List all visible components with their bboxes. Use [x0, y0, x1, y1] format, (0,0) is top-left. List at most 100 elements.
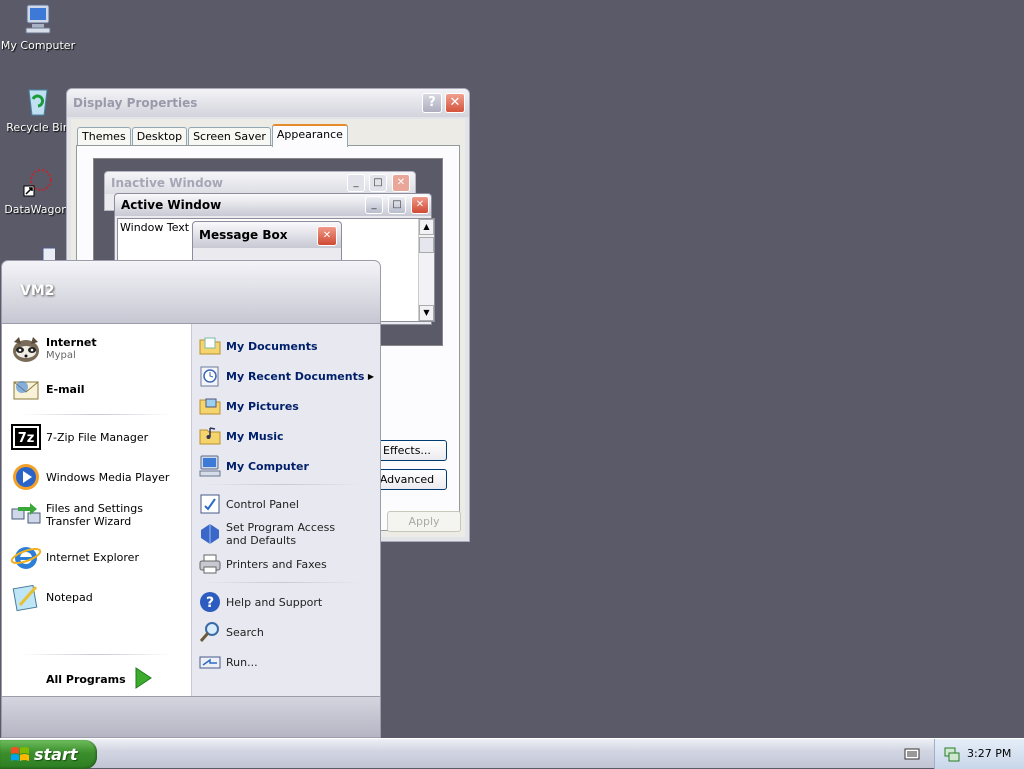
close-icon: ✕	[392, 174, 410, 192]
place-item-program-access[interactable]: Set Program Access and Defaults	[198, 518, 356, 550]
arrow-right-icon	[134, 666, 152, 692]
window-title: Display Properties	[73, 96, 198, 110]
keyboard-icon[interactable]	[904, 747, 920, 764]
recycle-bin-icon	[21, 84, 55, 118]
program-item-transfer-wizard[interactable]: Files and Settings Transfer Wizard	[10, 498, 186, 532]
tab-screen-saver[interactable]: Screen Saver	[188, 127, 271, 147]
program-item-7zip[interactable]: 7z 7-Zip File Manager	[10, 422, 148, 452]
submenu-arrow-icon: ▶	[367, 371, 374, 381]
apply-button[interactable]: Apply	[387, 511, 461, 532]
network-icon[interactable]	[943, 745, 961, 766]
chevron-up-icon: ▲	[419, 219, 434, 235]
media-player-icon	[10, 461, 42, 493]
start-menu-header: VM2	[1, 260, 381, 324]
clock[interactable]: 3:27 PM	[967, 747, 1011, 760]
program-item-label: Windows Media Player	[46, 470, 170, 484]
pinned-item-label: E-mail	[46, 382, 85, 396]
all-programs-label: All Programs	[46, 672, 126, 686]
place-item-search[interactable]: Search	[198, 620, 264, 644]
7zip-icon: 7z	[10, 421, 42, 453]
separator	[202, 582, 362, 583]
desktop-icon-label: Recycle Bin	[6, 121, 70, 134]
taskbar: start 3:27 PM	[0, 738, 1024, 769]
preview-inactive-title: Inactive Window	[111, 176, 224, 190]
desktop-icon-recycle-bin[interactable]: Recycle Bin	[0, 84, 76, 134]
start-label: start	[34, 745, 78, 764]
place-item-label: My Pictures	[226, 399, 299, 413]
place-item-label: My Music	[226, 429, 284, 443]
place-item-label: My Computer	[226, 459, 309, 473]
help-icon: ?	[198, 590, 222, 614]
place-item-label: My Documents	[226, 339, 318, 353]
place-item-my-computer[interactable]: My Computer	[198, 454, 309, 478]
start-button[interactable]: start	[0, 740, 97, 769]
preview-message-box-title: Message Box	[199, 228, 288, 242]
desktop-icon-my-computer[interactable]: My Computer	[0, 2, 76, 52]
place-item-label: My Recent Documents	[226, 369, 365, 383]
program-item-media-player[interactable]: Windows Media Player	[10, 462, 169, 492]
start-menu-places: My Documents My Recent Documents ▶ My Pi…	[191, 324, 381, 696]
place-item-my-pictures[interactable]: My Pictures	[198, 394, 299, 418]
svg-text:?: ?	[206, 595, 214, 611]
program-item-label: Internet Explorer	[46, 550, 139, 564]
user-name: VM2	[20, 283, 55, 299]
run-icon	[198, 650, 222, 674]
program-item-label: 7-Zip File Manager	[46, 430, 149, 444]
all-programs-button[interactable]: All Programs	[46, 664, 152, 694]
start-menu-footer	[1, 696, 381, 738]
pinned-item-label: Internet	[46, 336, 97, 349]
place-item-recent-documents[interactable]: My Recent Documents ▶	[198, 364, 374, 388]
tab-desktop[interactable]: Desktop	[131, 127, 188, 147]
transfer-wizard-icon	[10, 499, 42, 531]
email-icon	[10, 373, 42, 405]
tab-appearance[interactable]: Appearance	[271, 124, 348, 147]
place-item-control-panel[interactable]: Control Panel	[198, 492, 299, 516]
desktop-icon-label: My Computer	[0, 39, 76, 52]
scroll-thumb	[419, 237, 434, 253]
printer-icon	[198, 552, 222, 576]
place-item-label: Search	[226, 625, 264, 639]
internet-explorer-icon	[10, 541, 42, 573]
desktop-icon-datawagon[interactable]: DataWagon.	[0, 166, 76, 216]
mypal-browser-icon	[10, 333, 42, 365]
maximize-icon: □	[369, 174, 387, 192]
program-item-notepad[interactable]: Notepad	[10, 582, 93, 612]
close-icon: ✕	[411, 196, 429, 214]
chevron-down-icon: ▼	[419, 305, 434, 321]
place-item-label: Control Panel	[226, 497, 299, 511]
pinned-item-internet[interactable]: Internet Mypal	[10, 334, 97, 364]
tab-themes[interactable]: Themes	[77, 127, 131, 147]
system-tray: 3:27 PM	[934, 739, 1024, 769]
folder-documents-icon	[198, 334, 222, 358]
close-button[interactable]: ✕	[445, 93, 465, 113]
place-item-label: Printers and Faxes	[226, 557, 327, 571]
desktop-icon-label: DataWagon.	[4, 203, 72, 216]
display-properties-titlebar[interactable]: Display Properties ? ✕	[67, 89, 469, 117]
place-item-run[interactable]: Run...	[198, 650, 258, 674]
program-item-label: Files and Settings Transfer Wizard	[46, 502, 143, 528]
place-item-help[interactable]: ? Help and Support	[198, 590, 322, 614]
pinned-item-email[interactable]: E-mail	[10, 374, 85, 404]
maximize-icon: □	[388, 196, 406, 214]
control-panel-icon	[198, 492, 222, 516]
place-item-printers[interactable]: Printers and Faxes	[198, 552, 327, 576]
minimize-icon: _	[347, 174, 365, 192]
place-item-my-documents[interactable]: My Documents	[198, 334, 318, 358]
program-access-icon	[198, 522, 222, 546]
notepad-icon	[10, 581, 42, 613]
my-computer-icon	[21, 2, 55, 36]
my-computer-icon	[198, 454, 222, 478]
preview-window-text: Window Text	[120, 221, 190, 234]
preview-active-title: Active Window	[121, 198, 222, 212]
svg-text:7z: 7z	[18, 431, 35, 446]
place-item-my-music[interactable]: My Music	[198, 424, 284, 448]
close-icon: ✕	[317, 226, 337, 246]
preview-scrollbar: ▲ ▼	[418, 219, 434, 321]
search-icon	[198, 620, 222, 644]
minimize-icon: _	[365, 196, 383, 214]
program-item-internet-explorer[interactable]: Internet Explorer	[10, 542, 139, 572]
place-item-label: Set Program Access and Defaults	[226, 521, 336, 547]
start-menu-programs: Internet Mypal E-mail 7z 7-Zip File Mana…	[1, 324, 191, 696]
place-item-label: Run...	[226, 655, 258, 669]
help-button[interactable]: ?	[422, 93, 442, 113]
